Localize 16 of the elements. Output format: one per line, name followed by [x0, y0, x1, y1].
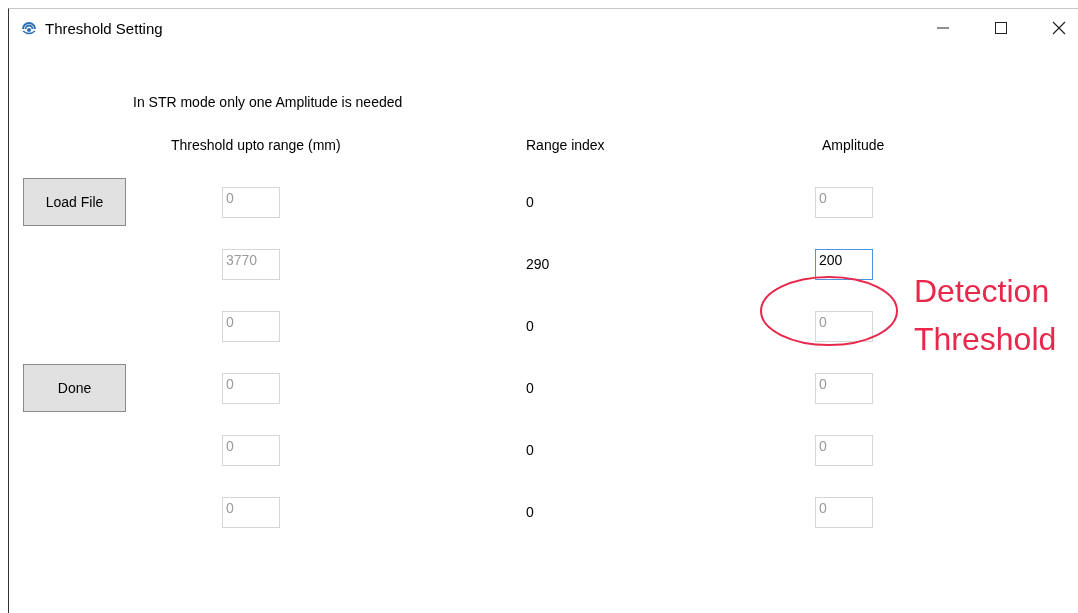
amplitude-field[interactable]: 200 [815, 248, 873, 280]
column-header: Threshold upto range (mm) [171, 137, 342, 153]
action-button[interactable]: Done [23, 364, 126, 412]
annotation-text: Detection [914, 272, 1051, 311]
range-index: 0 [526, 318, 534, 334]
range-index: 0 [526, 504, 534, 520]
column-header: Range index [526, 137, 605, 153]
column-header: Amplitude [822, 137, 885, 153]
window-title: Threshold Setting [45, 19, 163, 37]
instruction-text: In STR mode only one Amplitude is needed [133, 94, 404, 110]
action-button[interactable]: Load File [23, 178, 126, 226]
range-index: 0 [526, 194, 534, 210]
range-index: 290 [526, 256, 550, 272]
range-index: 0 [526, 380, 534, 396]
range-index: 0 [526, 442, 534, 458]
annotation-text: Threshold [914, 320, 1057, 359]
